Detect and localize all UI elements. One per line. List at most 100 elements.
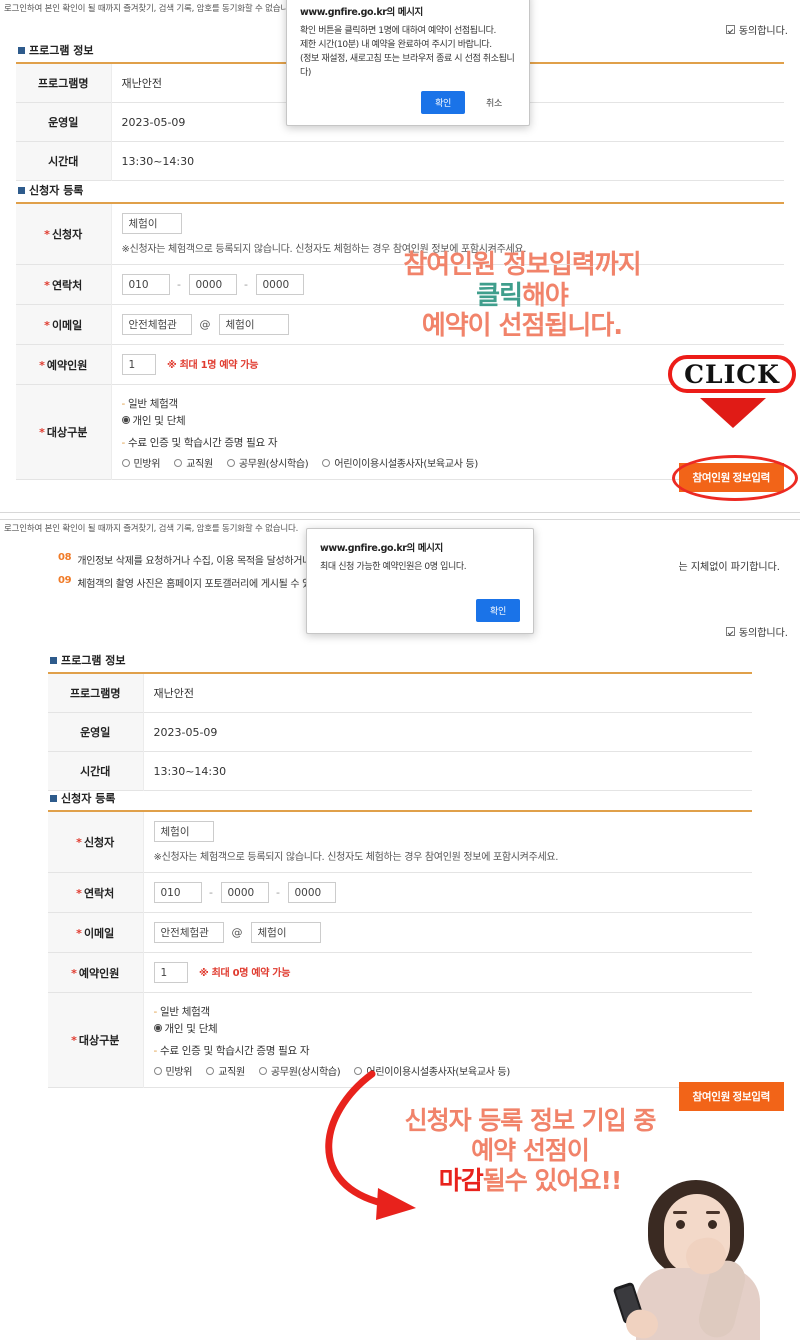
applicant-heading: 신청자 등록 (16, 182, 784, 202)
top-screenshot-panel: 로그인하여 본인 확인이 될 때까지 즐겨찾기, 검색 기록, 암호를 동기화할… (0, 0, 800, 512)
program-info-section-bottom: 프로그램 정보 프로그램명 재난안전 운영일 2023-05-09 시간대 13… (48, 652, 752, 791)
reserve-count-input[interactable] (121, 354, 156, 375)
radio-label: 어린이이용시설종사자(보육교사 등) (334, 459, 479, 470)
dialog-title: www.gnfire.go.kr의 메시지 (300, 7, 423, 18)
reserve-count-note: ※ 최대 0명 예약 가능 (199, 967, 291, 979)
radio-option-civil-defense[interactable]: 민방위 (121, 455, 161, 470)
row-value: 재난안전 (153, 687, 194, 700)
row-value: 13:30~14:30 (153, 764, 227, 778)
email-domain-input[interactable] (218, 314, 289, 335)
radio-label: 민방위 (133, 459, 161, 470)
tel-part1-input[interactable] (121, 274, 170, 295)
applicant-heading-label: 신청자 등록 (29, 184, 84, 197)
annotation-top-line3: 예약이 선점됩니다. (421, 311, 623, 342)
reserve-count-label: * 예약인원 (48, 952, 144, 993)
applicant-tel-label: * 연락처 (48, 872, 144, 913)
dash-icon: - (153, 1045, 158, 1057)
radio-icon[interactable] (322, 458, 331, 467)
agreement-checkbox[interactable] (725, 627, 735, 636)
agreement-label: 동의합니다. (738, 26, 788, 37)
email-id-input[interactable] (153, 922, 224, 943)
radio-option-civil-defense[interactable]: 민방위 (153, 1063, 193, 1078)
radio-option-teacher[interactable]: 교직원 (206, 1063, 245, 1078)
group-b-title: - 수료 인증 및 학습시간 증명 필요 자 (153, 1045, 310, 1057)
tel-part1-input[interactable] (153, 882, 202, 903)
target-group-label: * 대상구분 (48, 992, 144, 1088)
reserve-count-input[interactable] (153, 962, 188, 983)
tel-part3-input[interactable] (287, 882, 336, 903)
radio-option-public-official[interactable]: 공무원(상시학습) (226, 455, 309, 470)
required-marker: * (39, 426, 45, 439)
radio-icon[interactable] (226, 458, 235, 467)
radio-icon[interactable] (174, 458, 183, 467)
required-marker: * (44, 318, 50, 332)
dash-icon: - (121, 437, 126, 449)
table-row: * 대상구분 - 일반 체험객 개인 및 단체 - 수료 인증 및 학습시간 증명 필… (16, 384, 784, 480)
alert-dialog-top[interactable]: www.gnfire.go.kr의 메시지 확인 버튼을 클릭하면 1명에 대하… (286, 0, 530, 126)
applicant-name-input[interactable] (153, 821, 214, 842)
panel-divider (0, 512, 800, 520)
row-label: 시간대 (16, 141, 112, 181)
radio-icon[interactable] (258, 1066, 267, 1075)
radio-icon[interactable] (153, 1066, 162, 1075)
dialog-confirm-button[interactable]: 확인 (421, 90, 466, 114)
radio-label: 교직원 (218, 1067, 245, 1078)
item-text: 체험객의 촬영 사진은 홈페이지 포토갤러리에 게시될 수 있으며 (77, 579, 329, 590)
group-a-option-row[interactable]: 개인 및 단체 (153, 1021, 743, 1036)
required-marker: * (76, 886, 82, 900)
radio-icon[interactable] (121, 416, 130, 424)
group-a-title: - 일반 체험객 (121, 398, 179, 410)
annotation-top-line2: 클릭해야 (476, 280, 569, 311)
item-number: 09 (58, 575, 72, 586)
tel-separator: - (244, 278, 248, 291)
row-label: 시간대 (48, 751, 144, 791)
table-row: 운영일 2023-05-09 (48, 712, 752, 752)
radio-icon[interactable] (121, 458, 130, 467)
alert-dialog-bottom[interactable]: www.gnfire.go.kr의 메시지 최대 신청 가능한 예약인원은 0명… (306, 528, 534, 634)
photo-brow-left (673, 1211, 687, 1214)
radio-icon[interactable] (153, 1024, 162, 1032)
row-label: 운영일 (16, 102, 112, 142)
tel-part2-input[interactable] (220, 882, 269, 903)
agreement-row-bottom[interactable]: 동의합니다. (725, 624, 796, 639)
agreement-checkbox[interactable] (725, 25, 735, 34)
dialog-confirm-button[interactable]: 확인 (476, 598, 520, 622)
group-b-radio-row[interactable]: 민방위 교직원 공무원(상시학습) 어린이이용시설종사자(보육교사 등) (121, 455, 775, 470)
target-group-label: * 대상구분 (16, 384, 112, 480)
table-row: 프로그램명 재난안전 (48, 673, 752, 713)
email-domain-input[interactable] (250, 922, 321, 943)
program-info-heading-label: 프로그램 정보 (29, 44, 94, 57)
applicant-email-label: * 이메일 (48, 912, 144, 953)
dialog-cancel-button[interactable]: 취소 (472, 90, 516, 114)
agreement-row-top[interactable]: 동의합니다. (725, 22, 796, 37)
radio-option-teacher[interactable]: 교직원 (174, 455, 213, 470)
radio-label: 민방위 (165, 1067, 193, 1078)
applicant-name-label: * 신청자 (16, 203, 112, 265)
tel-part3-input[interactable] (255, 274, 304, 295)
radio-icon[interactable] (206, 1066, 215, 1075)
tel-part2-input[interactable] (188, 274, 237, 295)
applicant-section-bottom: 신청자 등록 *신청자 ※신청자는 체험객으로 등록되지 않습니다. 신청자도 … (48, 790, 752, 1088)
radio-option-childcare-worker[interactable]: 어린이이용시설종사자(보육교사 등) (322, 455, 478, 470)
dialog-title: www.gnfire.go.kr의 메시지 (320, 543, 443, 554)
required-marker: * (71, 966, 77, 980)
bottom-screenshot-panel: 로그인하여 본인 확인이 될 때까지 즐겨찾기, 검색 기록, 암호를 동기화할… (0, 520, 800, 1340)
group-a-option-row[interactable]: 개인 및 단체 (121, 413, 775, 428)
radio-label: 개인 및 단체 (132, 415, 186, 427)
reserve-count-note: ※ 최대 1명 예약 가능 (167, 359, 259, 371)
tel-separator: - (276, 886, 280, 899)
radio-label: 개인 및 단체 (164, 1023, 218, 1035)
row-label: 프로그램명 (48, 673, 144, 713)
applicant-tel-label: * 연락처 (16, 264, 112, 305)
radio-option-personal-group[interactable]: 개인 및 단체 (153, 1023, 218, 1035)
radio-option-personal-group[interactable]: 개인 및 단체 (121, 415, 186, 427)
dash-icon: - (121, 398, 126, 410)
required-marker: * (71, 1034, 77, 1047)
email-at-symbol: @ (231, 926, 243, 939)
applicant-name-input[interactable] (121, 213, 182, 234)
table-row: 시간대 13:30~14:30 (48, 751, 752, 791)
email-id-input[interactable] (121, 314, 192, 335)
applicant-email-label: * 이메일 (16, 304, 112, 345)
required-marker: * (44, 228, 50, 241)
photo-eye-left (676, 1220, 685, 1229)
